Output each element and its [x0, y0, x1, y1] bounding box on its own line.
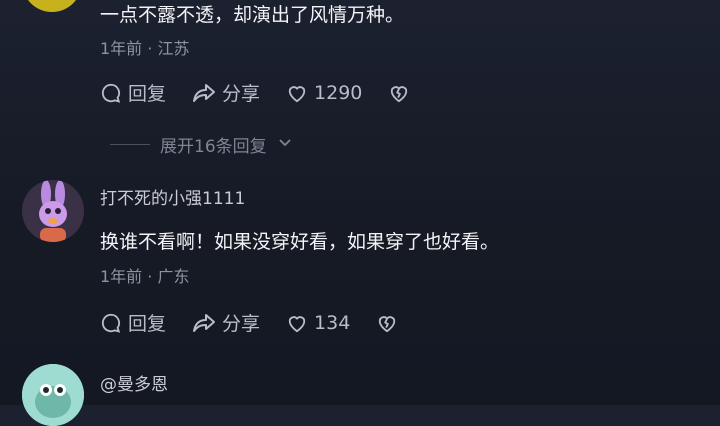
comment-meta: 1年前 · 江苏 [100, 39, 190, 58]
dislike-button[interactable] [388, 83, 410, 103]
reply-button[interactable]: 回复 [100, 79, 166, 106]
like-button[interactable]: 134 [286, 312, 350, 334]
username[interactable]: 打不死的小强1111 [100, 184, 245, 209]
like-count: 134 [314, 311, 351, 334]
username[interactable]: @曼多恩 [100, 370, 168, 395]
share-label: 分享 [222, 83, 261, 105]
avatar[interactable] [22, 364, 84, 426]
share-icon [192, 312, 216, 334]
comment-actions: 回复 分享 134 [100, 309, 398, 336]
comment-text: 一点不露不透，却演出了风情万种。 [100, 4, 405, 26]
reply-button[interactable]: 回复 [100, 309, 166, 336]
avatar[interactable] [22, 180, 84, 242]
comment-text: 换谁不看啊！如果没穿好看，如果穿了也好看。 [100, 231, 500, 253]
reply-label: 回复 [128, 83, 167, 105]
heart-icon [286, 83, 308, 103]
share-button[interactable]: 分享 [192, 79, 260, 106]
comment-meta: 1年前 · 广东 [100, 267, 190, 286]
expand-replies-label: 展开16条回复 [160, 137, 267, 157]
reply-icon [100, 312, 122, 334]
like-button[interactable]: 1290 [286, 82, 362, 104]
dislike-button[interactable] [376, 313, 398, 333]
chevron-down-icon [277, 134, 293, 155]
share-label: 分享 [222, 313, 261, 335]
avatar[interactable] [22, 0, 82, 12]
comment-actions: 回复 分享 1290 [100, 79, 410, 106]
reply-icon [100, 82, 122, 104]
divider [110, 144, 150, 145]
dislike-icon [376, 313, 398, 333]
like-count: 1290 [314, 81, 363, 104]
share-icon [192, 82, 216, 104]
dislike-icon [388, 83, 410, 103]
share-button[interactable]: 分享 [192, 309, 260, 336]
reply-label: 回复 [128, 313, 167, 335]
expand-replies[interactable]: 展开16条回复 [110, 132, 293, 157]
heart-icon [286, 313, 308, 333]
